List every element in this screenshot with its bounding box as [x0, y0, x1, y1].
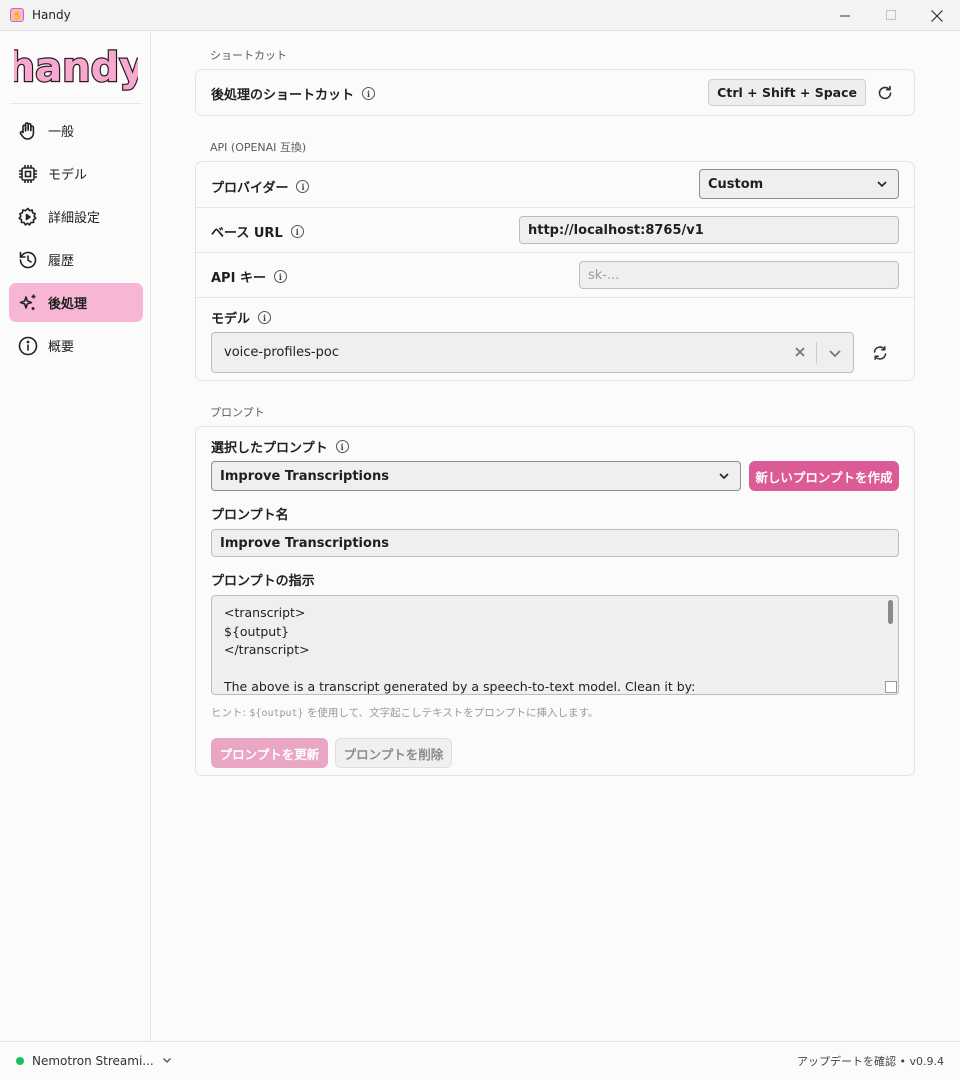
minimize-button[interactable] [822, 0, 868, 31]
provider-row: プロバイダー i Custom [196, 162, 914, 208]
section-title-prompt: プロンプト [210, 406, 265, 419]
api-key-label-text: API キー [211, 271, 266, 286]
sidebar-item-label: 一般 [48, 125, 75, 140]
prompt-instructions-label: プロンプトの指示 [211, 574, 315, 589]
shortcut-label: 後処理のショートカット i [211, 84, 376, 103]
sidebar-item-advanced[interactable]: 詳細設定 [9, 197, 143, 236]
clear-icon[interactable] [793, 345, 807, 359]
prompt-name-input[interactable]: Improve Transcriptions [211, 529, 899, 557]
model-label-text: モデル [211, 312, 251, 327]
hint-prefix: ヒント: [211, 707, 250, 719]
info-icon[interactable]: i [362, 87, 376, 100]
delete-prompt-button[interactable]: プロンプトを削除 [335, 738, 452, 768]
update-prompt-button[interactable]: プロンプトを更新 [211, 738, 328, 768]
base-url-row: ベース URL i http://localhost:8765/v1 [196, 208, 914, 253]
window-controls [822, 0, 960, 31]
info-icon[interactable]: i [335, 440, 349, 453]
maximize-icon [885, 10, 896, 20]
sidebar-item-models[interactable]: モデル [9, 154, 143, 193]
info-icon[interactable]: i [273, 270, 287, 283]
minimize-icon [839, 15, 850, 17]
prompt-hint: ヒント: ${output} を使用して、文字起こしテキストをプロンプトに挿入し… [211, 705, 598, 720]
shortcut-card: 後処理のショートカット i Ctrl + Shift + Space [195, 69, 915, 116]
info-icon[interactable]: i [290, 225, 304, 238]
refresh-models-button[interactable] [869, 342, 891, 364]
title-bar: ✋ Handy [0, 0, 960, 31]
api-key-label: API キー i [211, 267, 287, 286]
active-model-selector[interactable]: Nemotron Streami... [32, 1054, 154, 1068]
info-icon[interactable]: i [258, 311, 272, 324]
provider-label-text: プロバイダー [211, 181, 289, 196]
handy-logo: handy [14, 44, 138, 92]
close-icon [931, 9, 943, 22]
model-label: モデル i [211, 308, 272, 327]
hint-code: ${output} [249, 708, 304, 719]
sidebar-item-label: モデル [48, 168, 88, 183]
selected-prompt-label-text: 選択したプロンプト [211, 441, 328, 456]
api-key-row: API キー i sk-... [196, 253, 914, 298]
sidebar-nav: 一般 モデル 詳細設定 履歴 後処理 概要 [9, 111, 143, 369]
sparkle-icon [17, 292, 39, 314]
status-bar: Nemotron Streami... アップデートを確認 • v0.9.4 [0, 1041, 960, 1080]
chip-icon [17, 163, 39, 185]
refresh-icon [878, 85, 892, 100]
sidebar-item-history[interactable]: 履歴 [9, 240, 143, 279]
prompt-name-label: プロンプト名 [211, 508, 289, 523]
sidebar-item-about[interactable]: 概要 [9, 326, 143, 365]
prompt-instructions-text: <transcript> ${output} </transcript> The… [224, 605, 696, 694]
hint-suffix: を使用して、文字起こしテキストをプロンプトに挿入します。 [303, 707, 599, 719]
history-icon [17, 249, 39, 271]
textarea-scrollbar[interactable] [888, 600, 893, 624]
create-prompt-button[interactable]: 新しいプロンプトを作成 [749, 461, 899, 491]
chevron-down-icon[interactable] [827, 345, 843, 361]
chevron-down-icon [877, 181, 887, 188]
sidebar-item-label: 履歴 [48, 254, 75, 269]
shortcut-key-button[interactable]: Ctrl + Shift + Space [708, 79, 866, 106]
info-icon [17, 335, 39, 357]
provider-select[interactable]: Custom [699, 169, 899, 199]
prompt-select[interactable]: Improve Transcriptions [211, 461, 741, 491]
section-title-shortcut: ショートカット [210, 49, 287, 62]
api-card: プロバイダー i Custom ベース URL i http://localho… [195, 161, 915, 381]
provider-value: Custom [708, 176, 764, 192]
main-content: ショートカット 後処理のショートカット i Ctrl + Shift + Spa… [151, 31, 960, 1041]
model-row: モデル i voice-profiles-poc [196, 298, 914, 382]
sidebar-item-label: 後処理 [48, 297, 88, 312]
window-title: Handy [32, 8, 71, 22]
sidebar: handy 一般 モデル 詳細設定 履歴 後処理 概要 [0, 31, 151, 1041]
base-url-input[interactable]: http://localhost:8765/v1 [519, 216, 899, 244]
model-combobox[interactable]: voice-profiles-poc [211, 332, 854, 373]
refresh-icon [873, 346, 887, 360]
sidebar-divider [10, 103, 142, 104]
prompt-select-value: Improve Transcriptions [220, 468, 389, 484]
app-icon: ✋ [10, 8, 24, 22]
sidebar-item-general[interactable]: 一般 [9, 111, 143, 150]
logo-text: handy [14, 45, 138, 91]
status-dot [16, 1057, 24, 1065]
maximize-button[interactable] [868, 0, 914, 31]
info-icon[interactable]: i [296, 180, 310, 193]
prompt-card: 選択したプロンプト i Improve Transcriptions 新しいプロ… [195, 426, 915, 776]
model-value: voice-profiles-poc [224, 345, 339, 360]
chevron-down-icon [719, 473, 729, 480]
reset-shortcut-button[interactable] [874, 82, 896, 104]
api-key-input[interactable]: sk-... [579, 261, 899, 289]
combo-divider [816, 342, 817, 364]
provider-label: プロバイダー i [211, 177, 310, 196]
base-url-label: ベース URL i [211, 222, 304, 241]
close-button[interactable] [914, 0, 960, 31]
hand-icon [17, 120, 39, 142]
gear-icon [17, 206, 39, 228]
sidebar-item-label: 概要 [48, 340, 75, 355]
section-title-api: API (OPENAI 互換) [210, 141, 307, 154]
chevron-down-icon[interactable] [162, 1055, 172, 1068]
base-url-label-text: ベース URL [211, 226, 283, 241]
resize-handle[interactable] [885, 681, 897, 693]
selected-prompt-label: 選択したプロンプト i [211, 437, 349, 456]
shortcut-label-text: 後処理のショートカット [211, 88, 355, 103]
update-check-link[interactable]: アップデートを確認 • v0.9.4 [797, 1053, 944, 1069]
sidebar-item-label: 詳細設定 [48, 211, 101, 226]
prompt-instructions-textarea[interactable]: <transcript> ${output} </transcript> The… [211, 595, 899, 695]
sidebar-item-postprocess[interactable]: 後処理 [9, 283, 143, 322]
